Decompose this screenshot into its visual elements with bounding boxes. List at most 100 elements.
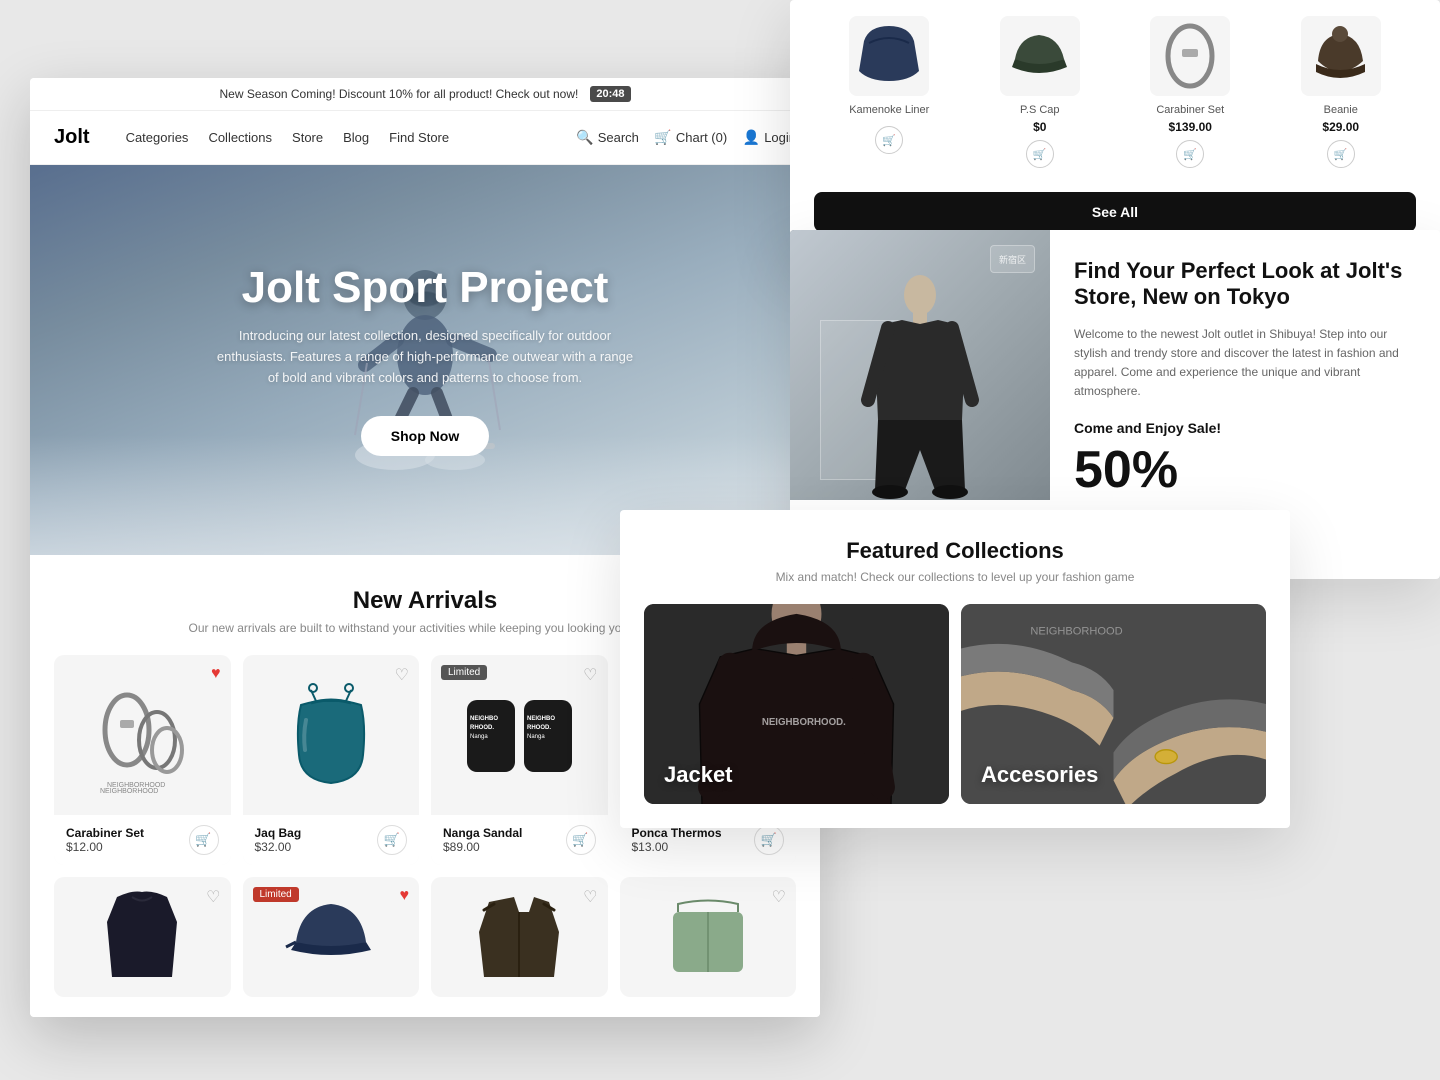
product-name-2: Jaq Bag <box>255 826 302 840</box>
announcement-text: New Season Coming! Discount 10% for all … <box>220 87 579 101</box>
svg-text:NEIGHBO: NEIGHBO <box>527 716 555 722</box>
featured-accessories-item[interactable]: NEIGHBORHOOD Accesories <box>961 604 1266 804</box>
svg-text:RHOOD.: RHOOD. <box>470 725 494 731</box>
product-card-jaq-bag: ♡ <box>243 655 420 865</box>
shop-now-button[interactable]: Shop Now <box>361 416 489 456</box>
hero-content: Jolt Sport Project Introducing our lates… <box>155 264 695 457</box>
featured-collections-title: Featured Collections <box>644 538 1266 564</box>
top-product-name-liner: Kamenoke Liner <box>849 104 929 116</box>
cart-icon-liner: 🛒 <box>882 134 896 147</box>
product-image-jaq-bag: ♡ <box>243 655 420 815</box>
product-info-2: Jaq Bag $32.00 🛒 <box>243 815 420 865</box>
add-to-cart-1[interactable]: 🛒 <box>189 825 219 855</box>
cart-icon-3: 🛒 <box>572 832 588 848</box>
top-cart-btn-ps-cap[interactable]: 🛒 <box>1026 140 1054 168</box>
top-product-ps-cap: P.S Cap $0 🛒 <box>965 0 1116 184</box>
nav-find-store[interactable]: Find Store <box>389 130 449 145</box>
nav-blog[interactable]: Blog <box>343 130 369 145</box>
product-image-vest: ♡ <box>54 877 231 997</box>
featured-jacket-item[interactable]: NEIGHBORHOOD. Jacket <box>644 604 949 804</box>
top-products-grid: Kamenoke Liner 🛒 P.S Cap $0 <box>814 0 1416 184</box>
top-product-name-ps-cap: P.S Cap <box>1020 104 1060 116</box>
featured-accessories-label: Accesories <box>981 762 1098 788</box>
product-card-carabiner: ♥ NEIGHBORHOOD NEIGHBORHOOD <box>54 655 231 865</box>
store-promo-desc: Welcome to the newest Jolt outlet in Shi… <box>1074 325 1416 402</box>
product-card-vest: ♡ <box>54 877 231 997</box>
svg-text:Nanga: Nanga <box>527 734 545 740</box>
cart-icon-beanie: 🛒 <box>1334 148 1348 161</box>
nav-categories[interactable]: Categories <box>126 130 189 145</box>
cart-icon-1: 🛒 <box>195 832 211 848</box>
cart-icon-carabiner: 🛒 <box>1183 148 1197 161</box>
top-product-carabiner: Carabiner Set $139.00 🛒 <box>1115 0 1266 184</box>
mannequin-figure <box>850 270 990 500</box>
product-name-3: Nanga Sandal <box>443 826 522 840</box>
come-enjoy-label: Come and Enjoy Sale! <box>1074 420 1416 436</box>
top-product-img-liner <box>849 16 929 96</box>
page-wrapper: New Season Coming! Discount 10% for all … <box>0 0 1440 1080</box>
site-logo[interactable]: Jolt <box>54 126 90 149</box>
top-cart-btn-beanie[interactable]: 🛒 <box>1327 140 1355 168</box>
svg-text:NEIGHBORHOOD: NEIGHBORHOOD <box>100 788 158 795</box>
product-image-carabiner: ♥ NEIGHBORHOOD NEIGHBORHOOD <box>54 655 231 815</box>
right-panel: Kamenoke Liner 🛒 P.S Cap $0 <box>620 0 1440 1080</box>
top-cart-btn-liner[interactable]: 🛒 <box>875 126 903 154</box>
product-card-jacket: ♡ <box>431 877 608 997</box>
cart-icon-2: 🛒 <box>384 832 400 848</box>
store-promo-title: Find Your Perfect Look at Jolt's Store, … <box>1074 258 1416 311</box>
top-product-img-beanie <box>1301 16 1381 96</box>
cart-icon-ps-cap: 🛒 <box>1033 148 1047 161</box>
wishlist-heart-3[interactable]: ♡ <box>583 665 597 685</box>
product-card-cap: Limited ♥ <box>243 877 420 997</box>
top-product-img-ps-cap <box>1000 16 1080 96</box>
top-products-card: Kamenoke Liner 🛒 P.S Cap $0 <box>790 0 1440 256</box>
limited-badge-3: Limited <box>441 665 487 680</box>
wishlist-heart-2[interactable]: ♡ <box>395 665 409 685</box>
product-price-2: $32.00 <box>255 840 302 854</box>
product-info-1: Carabiner Set $12.00 🛒 <box>54 815 231 865</box>
store-promo-image: 新宿区 <box>790 230 1050 500</box>
add-to-cart-3[interactable]: 🛒 <box>566 825 596 855</box>
top-product-beanie: Beanie $29.00 🛒 <box>1266 0 1417 184</box>
product-card-nanga-sandal: Limited ♡ NEIGHBO RHOOD. Nanga NEIGHBO R… <box>431 655 608 865</box>
store-sign: 新宿区 <box>990 245 1035 273</box>
top-product-liner: Kamenoke Liner 🛒 <box>814 0 965 184</box>
search-icon: 🔍 <box>577 130 593 146</box>
svg-text:RHOOD.: RHOOD. <box>527 725 551 731</box>
svg-text:NEIGHBO: NEIGHBO <box>470 716 498 722</box>
wishlist-heart-1[interactable]: ♥ <box>211 665 221 683</box>
limited-badge-6: Limited <box>253 887 299 902</box>
featured-collections-subtitle: Mix and match! Check our collections to … <box>644 570 1266 584</box>
nav-store[interactable]: Store <box>292 130 323 145</box>
nav-collections[interactable]: Collections <box>208 130 272 145</box>
product-price-3: $89.00 <box>443 840 522 854</box>
top-product-price-beanie: $29.00 <box>1322 120 1359 134</box>
svg-text:NEIGHBORHOOD: NEIGHBORHOOD <box>107 782 165 789</box>
product-image-cap: Limited ♥ <box>243 877 420 997</box>
top-product-price-ps-cap: $0 <box>1033 120 1046 134</box>
featured-collections-grid: NEIGHBORHOOD. Jacket <box>644 604 1266 804</box>
product-name-1: Carabiner Set <box>66 826 144 840</box>
featured-collections-card: Featured Collections Mix and match! Chec… <box>620 510 1290 828</box>
hero-subtitle: Introducing our latest collection, desig… <box>215 326 635 388</box>
hero-title: Jolt Sport Project <box>215 264 635 312</box>
wishlist-heart-7[interactable]: ♡ <box>583 887 597 907</box>
wishlist-heart-5[interactable]: ♡ <box>206 887 220 907</box>
product-image-nanga-sandal: Limited ♡ NEIGHBO RHOOD. Nanga NEIGHBO R… <box>431 655 608 815</box>
top-product-price-carabiner: $139.00 <box>1169 120 1212 134</box>
featured-jacket-label: Jacket <box>664 762 733 788</box>
wishlist-heart-6[interactable]: ♥ <box>400 887 410 905</box>
product-image-jacket: ♡ <box>431 877 608 997</box>
add-to-cart-2[interactable]: 🛒 <box>377 825 407 855</box>
product-price-1: $12.00 <box>66 840 144 854</box>
discount-percentage: 50% <box>1074 444 1416 496</box>
top-product-name-carabiner: Carabiner Set <box>1156 104 1224 116</box>
nav-links: Categories Collections Store Blog Find S… <box>126 130 549 145</box>
svg-text:NEIGHBORHOOD: NEIGHBORHOOD <box>1030 626 1122 638</box>
store-sign-text: 新宿区 <box>999 255 1026 265</box>
see-all-button[interactable]: See All <box>814 192 1416 232</box>
top-cart-btn-carabiner[interactable]: 🛒 <box>1176 140 1204 168</box>
top-product-name-beanie: Beanie <box>1324 104 1358 116</box>
svg-text:NEIGHBORHOOD.: NEIGHBORHOOD. <box>762 717 846 728</box>
top-product-img-carabiner <box>1150 16 1230 96</box>
